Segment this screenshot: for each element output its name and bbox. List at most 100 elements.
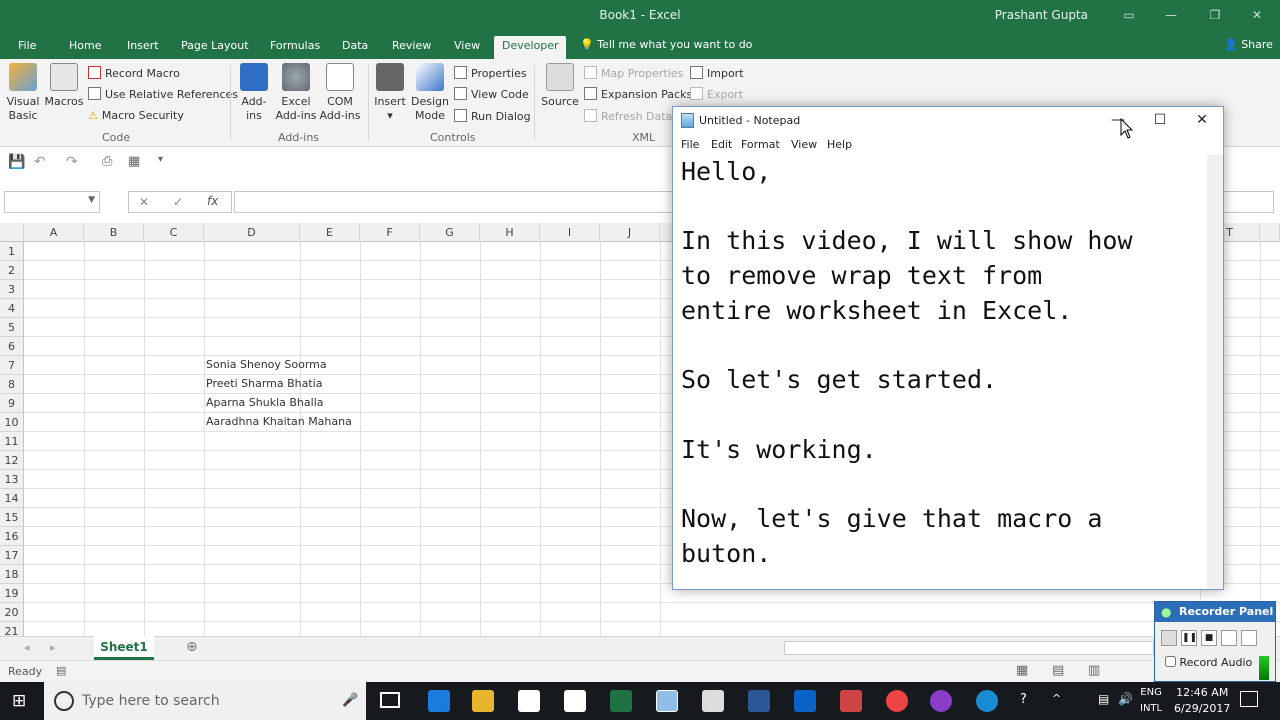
row-header[interactable]: 11 [0, 432, 24, 451]
menu-help[interactable]: Help [827, 138, 852, 151]
map-properties-button[interactable]: Map Properties [584, 66, 683, 80]
macro-record-icon[interactable]: ▤ [56, 664, 66, 677]
enter-icon[interactable]: ✓ [173, 195, 183, 209]
column-header[interactable]: J [600, 223, 660, 242]
record-icon[interactable] [1161, 630, 1177, 646]
search-box[interactable]: Type here to search 🎤 [44, 682, 366, 720]
row-header[interactable]: 20 [0, 603, 24, 622]
insert-function-icon[interactable]: fx [207, 194, 218, 208]
view-code-button[interactable]: View Code [454, 87, 529, 101]
column-header[interactable] [1260, 223, 1280, 242]
question-icon[interactable]: ? [1020, 692, 1027, 707]
row-header[interactable]: 3 [0, 280, 24, 299]
outlook-icon[interactable] [794, 690, 816, 712]
com-addins-button[interactable]: COM Add-ins [318, 63, 362, 123]
cancel-icon[interactable]: ✕ [139, 195, 149, 209]
file-explorer-icon[interactable] [472, 690, 494, 712]
paint-icon[interactable] [840, 690, 862, 712]
row-header[interactable]: 1 [0, 242, 24, 261]
excel-taskbar-icon[interactable] [610, 690, 632, 712]
tab-review[interactable]: Review [384, 36, 439, 59]
macros-button[interactable]: Macros [44, 63, 84, 109]
column-header[interactable]: C [144, 223, 204, 242]
undo-icon[interactable]: ↶ [34, 154, 46, 170]
record-macro-button[interactable]: Record Macro [88, 66, 180, 80]
visual-basic-button[interactable]: Visual Basic [4, 63, 42, 123]
maximize-icon[interactable]: ❐ [1200, 4, 1230, 26]
notifications-icon[interactable] [1240, 691, 1258, 707]
row-header[interactable]: 7 [0, 356, 24, 375]
normal-view-icon[interactable]: ▦ [1016, 663, 1028, 678]
dropbox-icon[interactable] [564, 690, 586, 712]
column-header[interactable]: E [300, 223, 360, 242]
notepad-title-bar[interactable]: Untitled - Notepad — ☐ ✕ [673, 107, 1223, 135]
store-icon[interactable] [518, 690, 540, 712]
app-icon[interactable] [930, 690, 952, 712]
stop-icon[interactable]: ■ [1201, 630, 1217, 646]
name-box[interactable]: ▼ [4, 191, 100, 213]
column-header[interactable]: F [360, 223, 420, 242]
tab-developer[interactable]: Developer [494, 36, 566, 59]
tab-insert[interactable]: Insert [119, 36, 167, 59]
vertical-scrollbar[interactable] [1207, 155, 1223, 589]
column-header[interactable]: D [204, 223, 300, 242]
help-icon[interactable] [976, 690, 998, 712]
source-button[interactable]: Source [540, 63, 580, 109]
row-header[interactable]: 5 [0, 318, 24, 337]
row-header[interactable]: 9 [0, 394, 24, 413]
sort-icon[interactable]: ▦ [128, 154, 140, 169]
microphone-icon[interactable]: 🎤 [342, 682, 358, 720]
excel-addins-button[interactable]: Excel Add-ins [274, 63, 318, 123]
tab-data[interactable]: Data [334, 36, 376, 59]
page-break-view-icon[interactable]: ▥ [1088, 663, 1100, 678]
settings-icon[interactable] [1221, 630, 1237, 646]
page-layout-view-icon[interactable]: ▤ [1052, 663, 1064, 678]
user-name[interactable]: Prashant Gupta [995, 8, 1088, 22]
row-header[interactable]: 16 [0, 527, 24, 546]
row-header[interactable]: 12 [0, 451, 24, 470]
macro-security-button[interactable]: ⚠ Macro Security [88, 109, 184, 122]
close-icon[interactable]: ✕ [1242, 4, 1272, 26]
volume-icon[interactable]: 🔊 [1118, 692, 1133, 706]
word-icon[interactable] [748, 690, 770, 712]
notepad-text-area[interactable]: Hello, In this video, I will show how to… [681, 155, 1205, 575]
menu-format[interactable]: Format [741, 138, 780, 151]
column-header[interactable]: I [540, 223, 600, 242]
ribbon-display-icon[interactable]: ▭ [1114, 4, 1144, 26]
windows-start-icon[interactable]: ⊞ [12, 691, 26, 711]
clock[interactable]: 12:46 AM 6/29/2017 [1174, 685, 1230, 717]
language-indicator[interactable]: ENG INTL [1140, 685, 1162, 717]
row-header[interactable]: 15 [0, 508, 24, 527]
row-header[interactable]: 13 [0, 470, 24, 489]
row-header[interactable]: 2 [0, 261, 24, 280]
tab-formulas[interactable]: Formulas [262, 36, 328, 59]
network-icon[interactable]: ▤ [1098, 692, 1109, 706]
chrome-icon[interactable] [886, 690, 908, 712]
row-header[interactable]: 8 [0, 375, 24, 394]
addins-button[interactable]: Add-ins [238, 63, 270, 123]
record-audio-checkbox[interactable]: Record Audio [1165, 656, 1252, 669]
menu-view[interactable]: View [791, 138, 817, 151]
column-header[interactable]: G [420, 223, 480, 242]
pen-icon[interactable] [1241, 630, 1257, 646]
tab-file[interactable]: File [10, 36, 44, 59]
row-header[interactable]: 21 [0, 622, 24, 636]
design-mode-button[interactable]: Design Mode [410, 63, 450, 123]
relative-references-button[interactable]: Use Relative References [88, 87, 238, 101]
refresh-data-button[interactable]: Refresh Data [584, 109, 672, 123]
close-icon[interactable]: ✕ [1181, 107, 1223, 135]
save-icon[interactable]: 💾 [8, 154, 25, 170]
scroll-right-icon[interactable]: ▸ [50, 641, 56, 654]
menu-file[interactable]: File [681, 138, 699, 151]
row-header[interactable]: 6 [0, 337, 24, 356]
horizontal-scrollbar[interactable] [784, 641, 1154, 655]
row-header[interactable]: 4 [0, 299, 24, 318]
cell-d8[interactable]: Preeti Sharma Bhatia [206, 374, 322, 393]
column-header[interactable]: A [24, 223, 84, 242]
customize-qat-icon[interactable]: ▾ [158, 154, 163, 165]
row-header[interactable]: 10 [0, 413, 24, 432]
row-header[interactable]: 19 [0, 584, 24, 603]
tab-home[interactable]: Home [61, 36, 109, 59]
tab-view[interactable]: View [446, 36, 488, 59]
cell-d9[interactable]: Aparna Shukla Bhalla [206, 393, 324, 412]
